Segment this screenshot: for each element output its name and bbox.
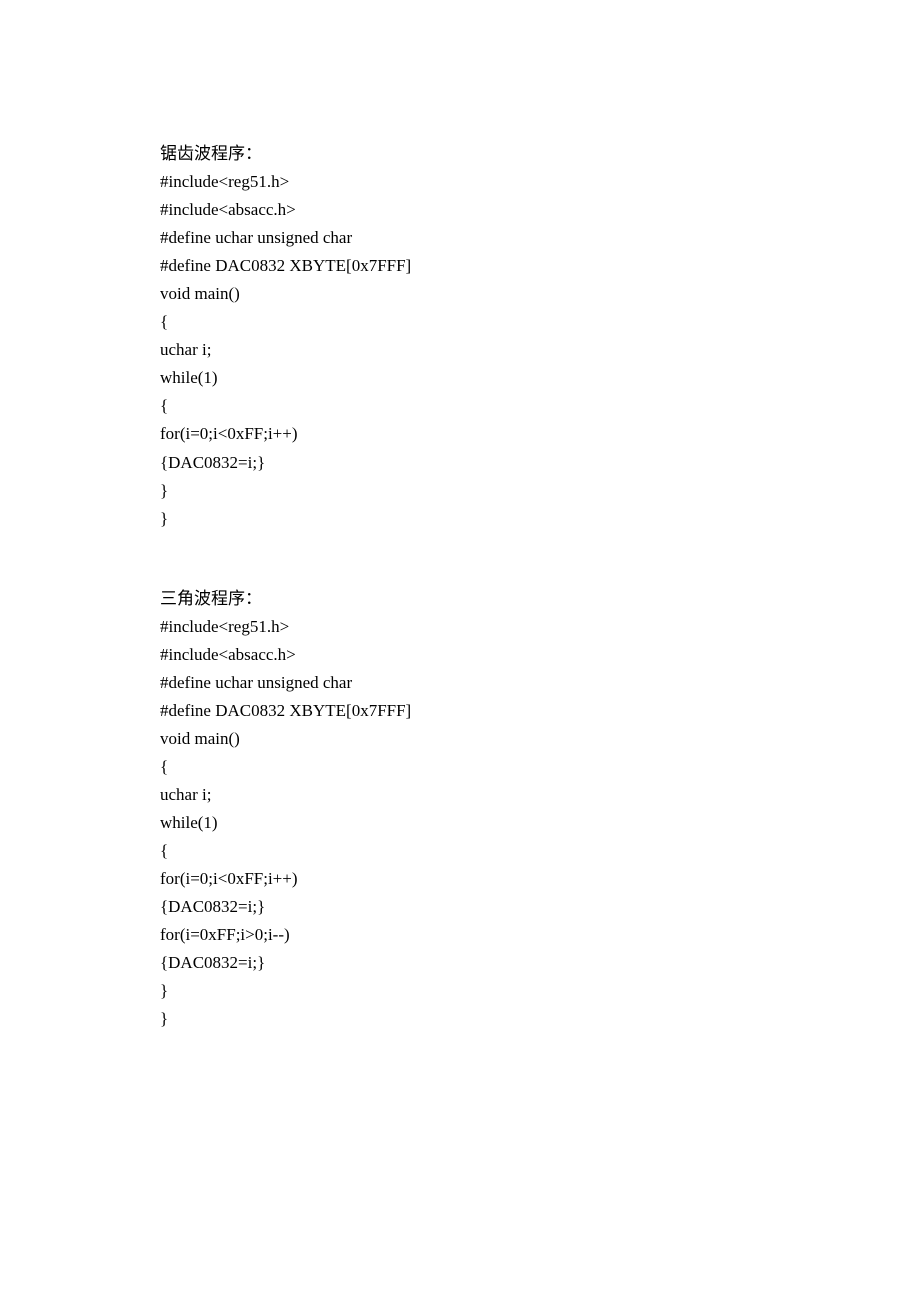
code-line: uchar i;: [160, 340, 211, 359]
document-page: 锯齿波程序： #include<reg51.h> #include<absacc…: [0, 0, 920, 1033]
code-line: #define DAC0832 XBYTE[0x7FFF]: [160, 701, 411, 720]
code-line: #include<absacc.h>: [160, 645, 296, 664]
code-line: void main(): [160, 284, 240, 303]
code-line: {DAC0832=i;}: [160, 897, 265, 916]
code-line: {: [160, 396, 168, 415]
code-line: {: [160, 312, 168, 331]
code-line: for(i=0;i<0xFF;i++): [160, 424, 298, 443]
code-block-sawtooth: 锯齿波程序： #include<reg51.h> #include<absacc…: [160, 140, 760, 533]
code-line: {: [160, 841, 168, 860]
code-line: #include<reg51.h>: [160, 172, 289, 191]
code-line: }: [160, 509, 168, 528]
code-line: for(i=0;i<0xFF;i++): [160, 869, 298, 888]
code-block-triangle: 三角波程序： #include<reg51.h> #include<absacc…: [160, 585, 760, 1034]
code-line: for(i=0xFF;i>0;i--): [160, 925, 290, 944]
code-line: while(1): [160, 813, 218, 832]
code-line: #include<absacc.h>: [160, 200, 296, 219]
code-line: #define DAC0832 XBYTE[0x7FFF]: [160, 256, 411, 275]
code-line: #include<reg51.h>: [160, 617, 289, 636]
code-line: {DAC0832=i;}: [160, 453, 265, 472]
block2-title: 三角波程序：: [160, 589, 262, 608]
code-line: void main(): [160, 729, 240, 748]
code-line: #define uchar unsigned char: [160, 673, 352, 692]
code-line: }: [160, 1009, 168, 1028]
code-line: {DAC0832=i;}: [160, 953, 265, 972]
code-line: uchar i;: [160, 785, 211, 804]
code-line: }: [160, 981, 168, 1000]
code-line: #define uchar unsigned char: [160, 228, 352, 247]
code-line: }: [160, 481, 168, 500]
block1-title: 锯齿波程序：: [160, 144, 262, 163]
code-line: {: [160, 757, 168, 776]
code-line: while(1): [160, 368, 218, 387]
